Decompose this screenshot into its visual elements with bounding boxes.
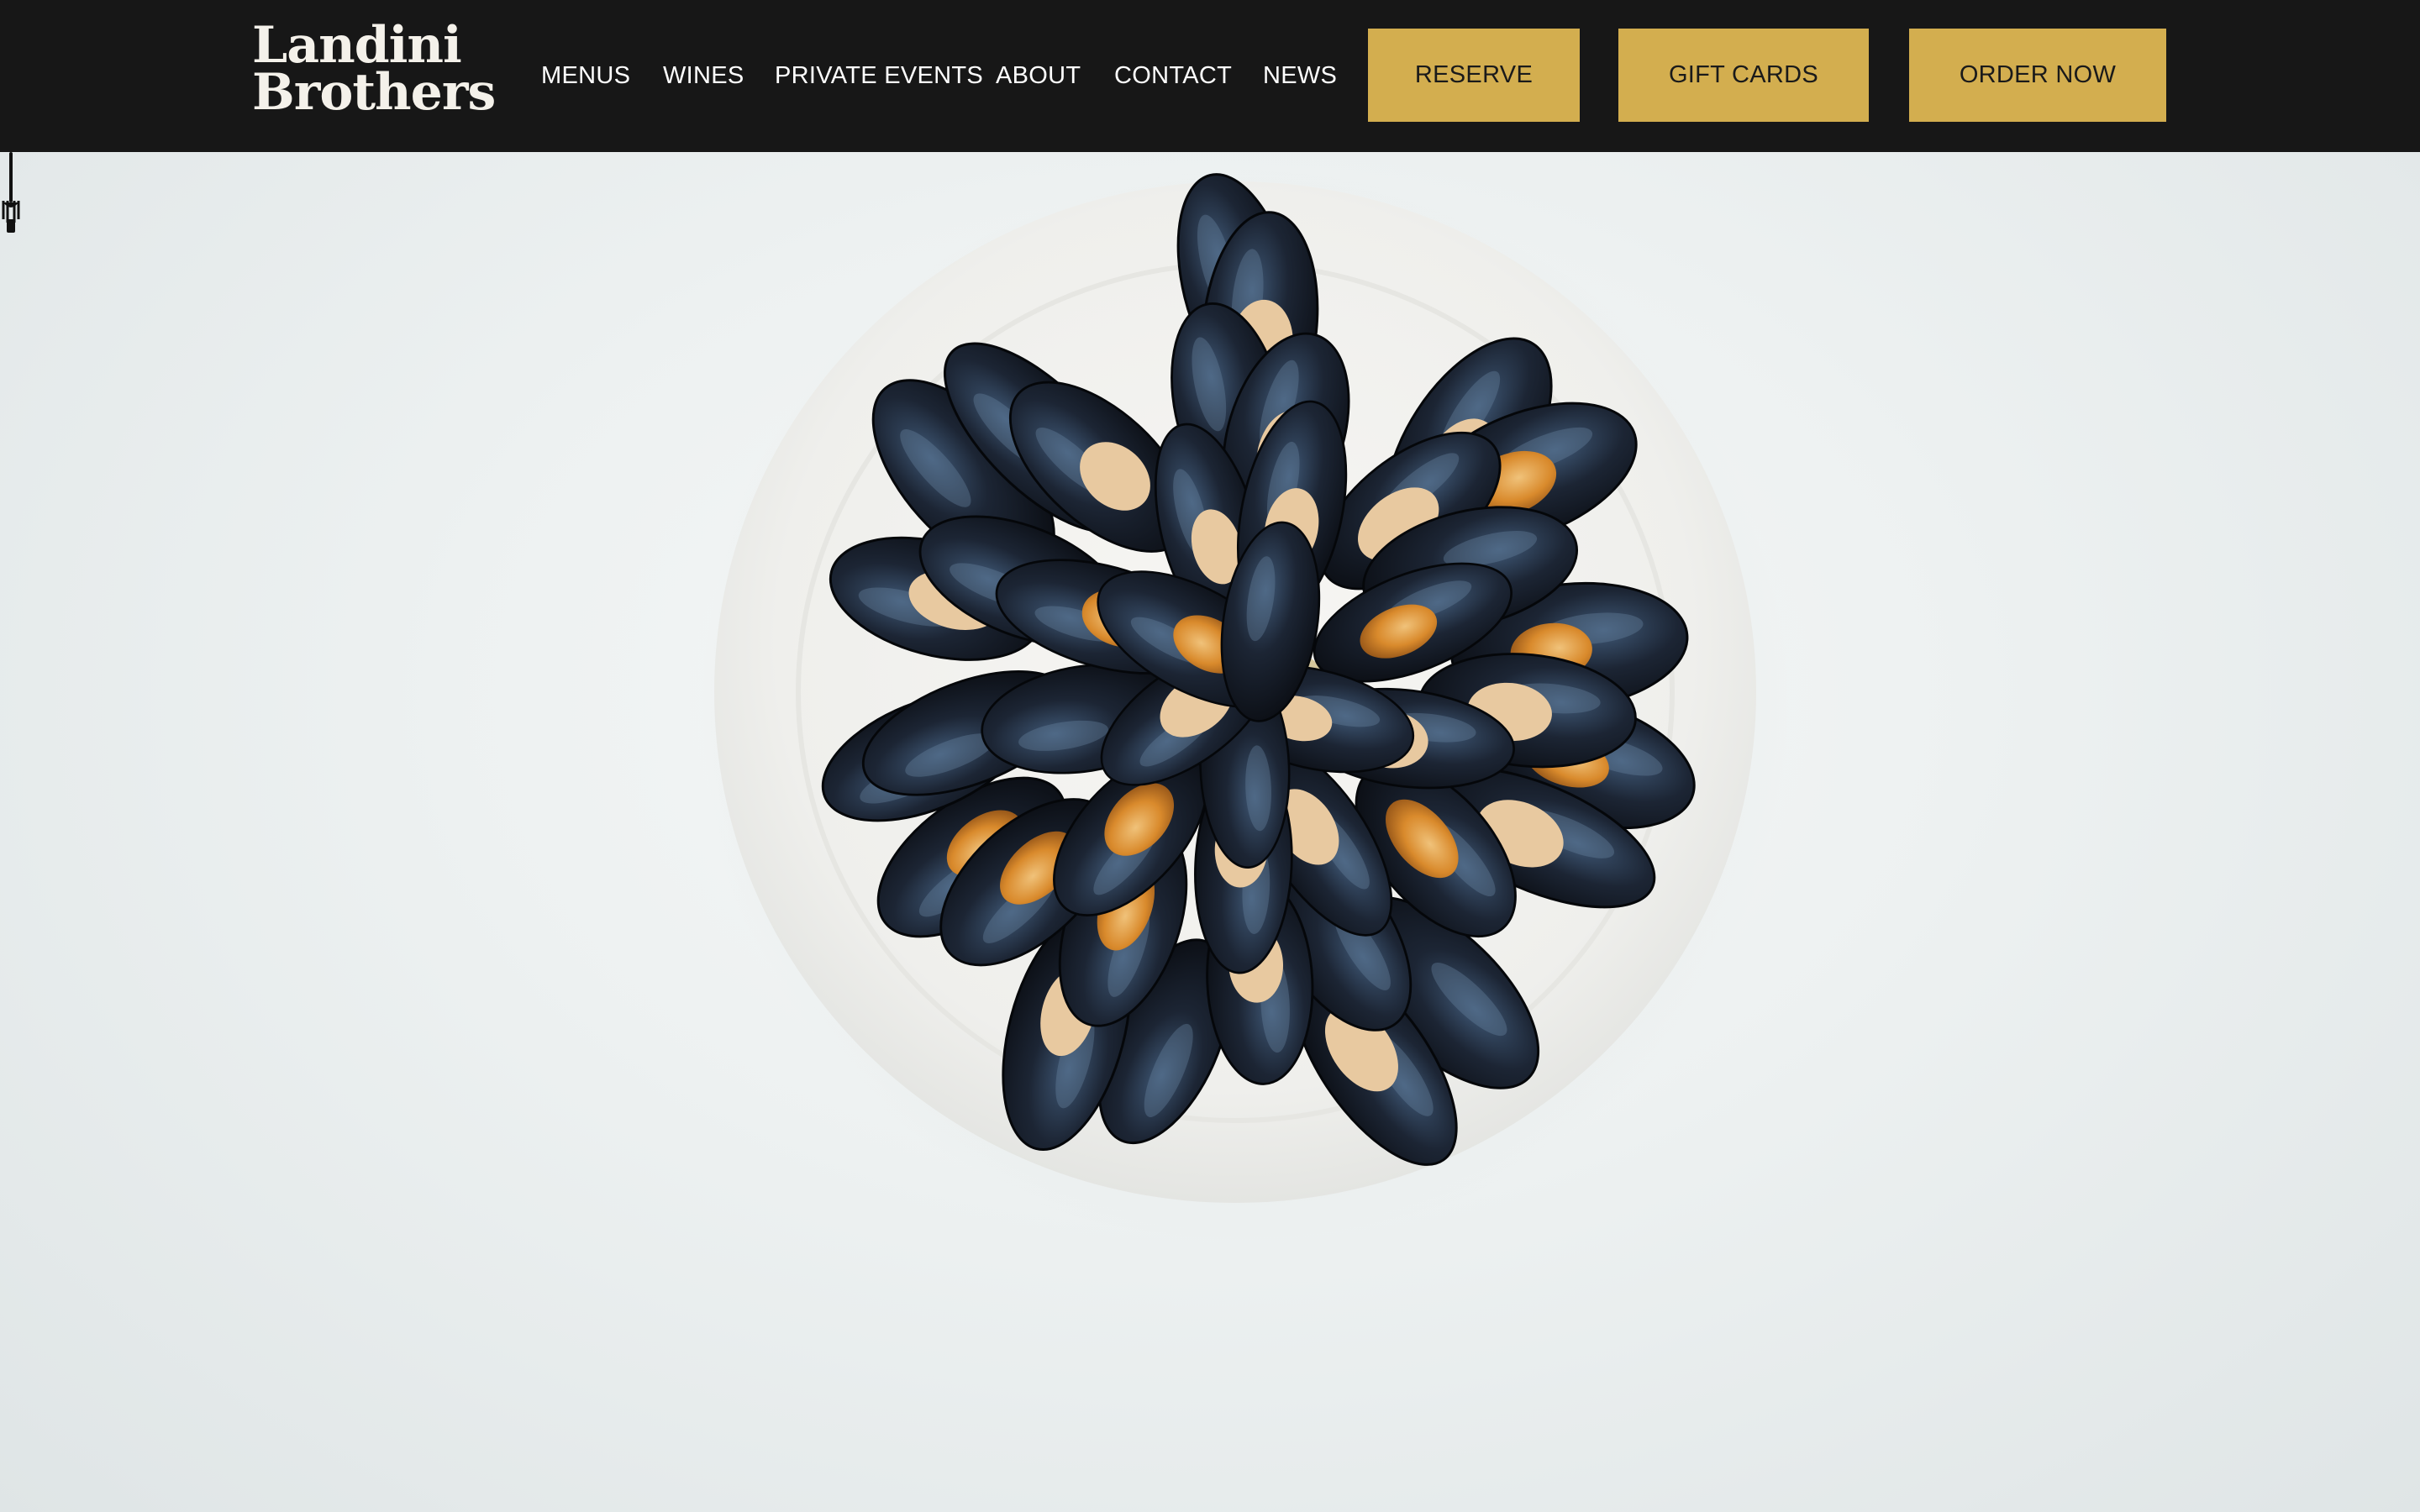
hero-section (0, 152, 2420, 1512)
order-now-button[interactable]: ORDER NOW (1909, 29, 2166, 122)
reserve-button[interactable]: RESERVE (1368, 29, 1580, 122)
brand-name-line2: Brothers (252, 63, 496, 122)
nav-news[interactable]: NEWS (1263, 62, 1337, 90)
brand-name-line1: Landini (252, 16, 462, 75)
mussels-plate-image (697, 169, 1790, 1244)
gift-cards-button[interactable]: GIFT CARDS (1618, 29, 1869, 122)
nav-contact[interactable]: CONTACT (1114, 62, 1232, 90)
site-header: Landini Brothers MENUS WINES PRIVATE EVE… (0, 0, 2420, 152)
nav-private-events[interactable]: PRIVATE EVENTS (775, 62, 983, 90)
fork-icon[interactable] (0, 152, 22, 233)
nav-wines[interactable]: WINES (663, 62, 744, 90)
nav-about[interactable]: ABOUT (996, 62, 1081, 90)
brand-logo[interactable]: Landini Brothers (252, 16, 496, 123)
nav-menus[interactable]: MENUS (541, 62, 630, 90)
